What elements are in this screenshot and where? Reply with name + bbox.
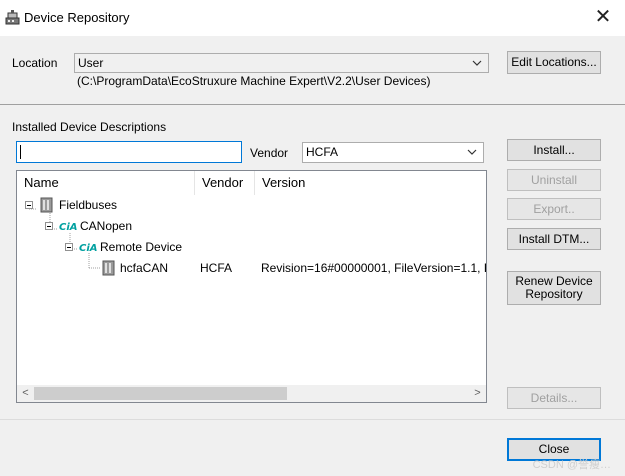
tree-row-canopen[interactable]: CiA CANopen (17, 216, 486, 236)
cia-icon: CiA (79, 243, 97, 253)
window-title: Device Repository (24, 10, 130, 25)
tree-node-label: hcfaCAN (120, 261, 169, 275)
search-input[interactable] (16, 141, 242, 163)
location-path: (C:\ProgramData\EcoStruxure Machine Expe… (77, 74, 431, 88)
collapse-icon[interactable] (65, 243, 73, 251)
installed-devices-label: Installed Device Descriptions (12, 120, 167, 134)
tree-node-vendor: HCFA (200, 261, 233, 275)
tree-row-remote-device[interactable]: CiA Remote Device (17, 237, 486, 257)
scrollbar-thumb[interactable] (34, 387, 287, 400)
location-label: Location (12, 56, 58, 70)
chevron-down-icon (472, 60, 482, 66)
watermark-text: CSDN @誉瘦… (532, 459, 611, 471)
cia-icon: CiA (59, 222, 77, 232)
scroll-right-icon[interactable]: > (469, 385, 486, 402)
export-button[interactable]: Export.. (507, 198, 601, 220)
device-repository-icon (5, 10, 20, 25)
window-close-icon[interactable]: ✕ (591, 5, 615, 29)
device-tree[interactable]: Name Vendor Version Fieldbuses CiA CANop… (16, 170, 487, 403)
column-header-version[interactable]: Version (255, 171, 486, 195)
tree-row-fieldbuses[interactable]: Fieldbuses (17, 195, 486, 215)
tree-node-label: Fieldbuses (59, 198, 118, 212)
collapse-icon[interactable] (25, 201, 33, 209)
install-button[interactable]: Install... (507, 139, 601, 161)
renew-label-line2: Repository (525, 287, 583, 301)
vendor-label: Vendor (250, 146, 289, 160)
device-icon (102, 260, 115, 276)
tree-row-hcfacan[interactable]: hcfaCAN HCFA Revision=16#00000001, FileV… (17, 258, 486, 278)
location-dropdown[interactable]: User (74, 53, 489, 73)
install-dtm-button[interactable]: Install DTM... (507, 228, 601, 250)
vendor-selected: HCFA (306, 145, 339, 159)
footer-divider (0, 419, 625, 420)
location-selected: User (78, 56, 104, 70)
chevron-down-icon (467, 149, 477, 155)
device-icon (40, 197, 53, 213)
horizontal-scrollbar[interactable]: < > (17, 385, 486, 402)
title-bar: Device Repository ✕ (0, 0, 625, 36)
details-button[interactable]: Details... (507, 387, 601, 409)
svg-text:CiA: CiA (59, 222, 77, 232)
text-caret (20, 145, 21, 159)
svg-text:CiA: CiA (79, 243, 97, 253)
scroll-left-icon[interactable]: < (17, 385, 34, 402)
tree-node-version: Revision=16#00000001, FileVersion=1.1, F… (261, 261, 486, 275)
vendor-dropdown[interactable]: HCFA (302, 142, 484, 163)
section-divider (0, 104, 625, 105)
tree-node-label: CANopen (80, 219, 133, 233)
tree-node-label: Remote Device (100, 240, 183, 254)
uninstall-button[interactable]: Uninstall (507, 169, 601, 191)
collapse-icon[interactable] (45, 222, 53, 230)
edit-locations-button[interactable]: Edit Locations... (507, 51, 601, 74)
renew-device-repository-button[interactable]: Renew Device Repository (507, 271, 601, 305)
